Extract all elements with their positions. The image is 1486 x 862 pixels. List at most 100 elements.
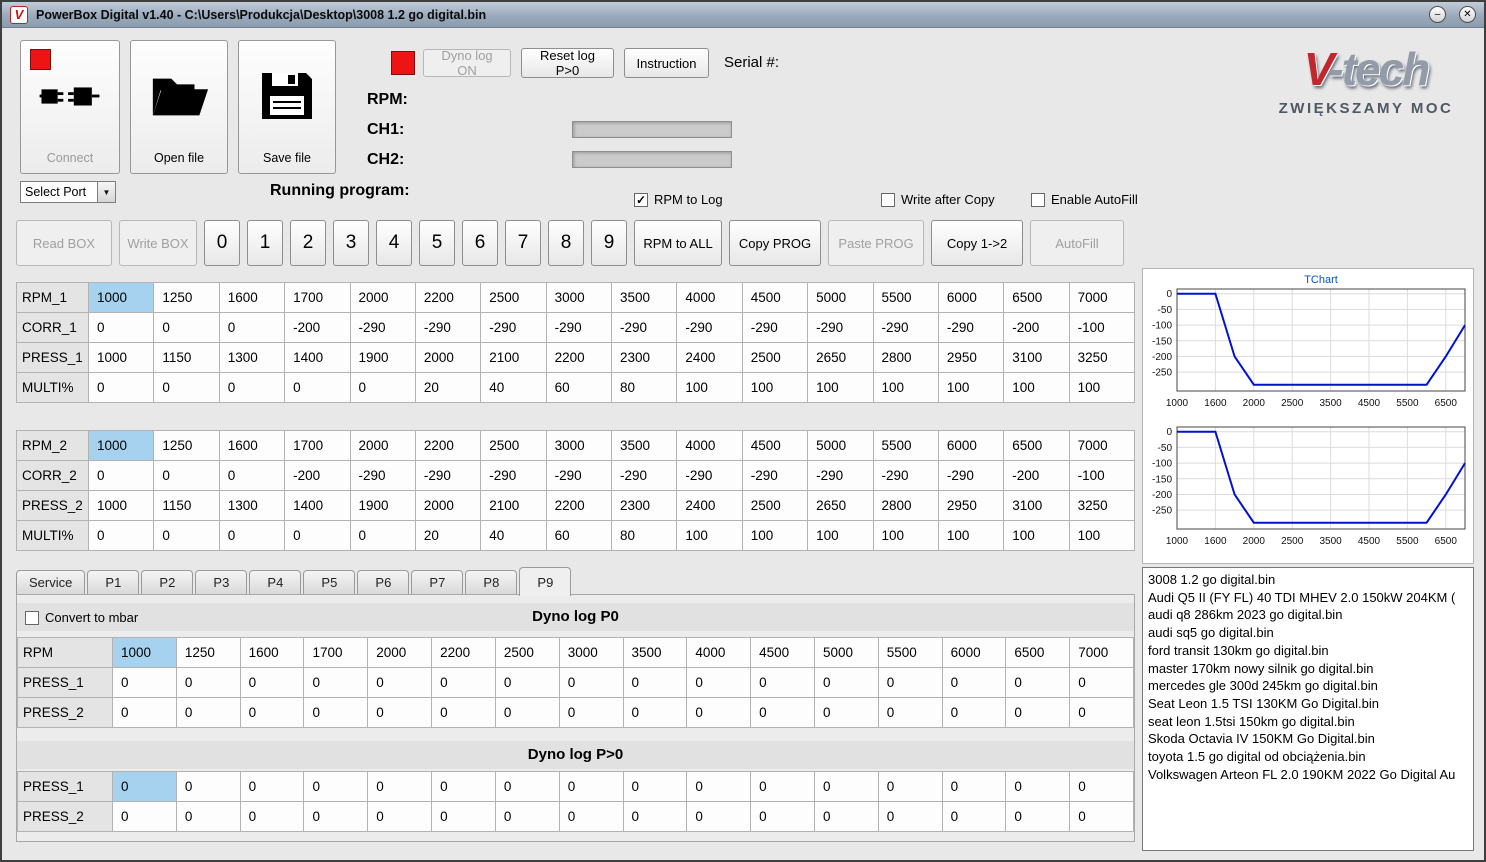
- table-cell[interactable]: 0: [941, 697, 1007, 728]
- table-cell[interactable]: -200: [284, 312, 351, 343]
- rpm-to-log-checkbox[interactable]: RPM to Log: [634, 192, 723, 207]
- table-cell[interactable]: 1700: [303, 637, 369, 668]
- table-cell[interactable]: 0: [1069, 667, 1134, 698]
- table-cell[interactable]: 0: [239, 771, 305, 802]
- table-cell[interactable]: 1000: [87, 342, 155, 373]
- table-cell[interactable]: 6000: [937, 430, 1005, 461]
- table-cell[interactable]: 0: [431, 697, 496, 728]
- digit-button-7[interactable]: 7: [505, 220, 541, 266]
- checkbox-box[interactable]: [25, 610, 39, 625]
- table-cell[interactable]: 3500: [610, 282, 678, 313]
- table-cell[interactable]: 0: [494, 771, 560, 802]
- table-cell[interactable]: 1400: [284, 490, 351, 521]
- table-cell[interactable]: 0: [218, 520, 286, 551]
- table-cell[interactable]: 1150: [153, 342, 220, 373]
- table-cell[interactable]: 100: [676, 372, 743, 403]
- table-cell[interactable]: 2300: [610, 490, 678, 521]
- table-cell[interactable]: 0: [750, 697, 815, 728]
- table-cell[interactable]: 4500: [741, 430, 809, 461]
- connect-button[interactable]: Connect: [20, 40, 120, 174]
- table-cell[interactable]: 0: [941, 771, 1007, 802]
- table-cell[interactable]: 100: [872, 520, 939, 551]
- tab-p1[interactable]: P1: [87, 570, 140, 594]
- table-cell[interactable]: 1400: [284, 342, 351, 373]
- table-cell[interactable]: 0: [813, 801, 879, 832]
- table-cell[interactable]: 2300: [610, 342, 678, 373]
- table-cell[interactable]: -290: [872, 312, 939, 343]
- table-cell[interactable]: -290: [937, 312, 1005, 343]
- table-cell[interactable]: 0: [877, 801, 943, 832]
- table-cell[interactable]: 0: [1069, 771, 1134, 802]
- table-cell[interactable]: 1250: [175, 637, 241, 668]
- table-cell[interactable]: 1000: [112, 637, 177, 668]
- autofill-button[interactable]: AutoFill: [1030, 220, 1124, 266]
- table-cell[interactable]: 0: [750, 771, 815, 802]
- table-cell[interactable]: -290: [480, 312, 547, 343]
- table-cell[interactable]: 2500: [494, 637, 560, 668]
- table-cell[interactable]: 5000: [807, 282, 874, 313]
- table-cell[interactable]: 0: [1005, 667, 1071, 698]
- table-cell[interactable]: 100: [1003, 372, 1070, 403]
- table-cell[interactable]: 0: [303, 667, 369, 698]
- table-cell[interactable]: 2800: [872, 490, 939, 521]
- digit-button-1[interactable]: 1: [247, 220, 283, 266]
- close-button[interactable]: ✕: [1459, 6, 1476, 23]
- table-cell[interactable]: 0: [175, 697, 241, 728]
- table-cell[interactable]: 2000: [414, 490, 482, 521]
- table-cell[interactable]: 60: [545, 520, 613, 551]
- table-cell[interactable]: 1700: [284, 282, 351, 313]
- enable-autofill-checkbox[interactable]: Enable AutoFill: [1031, 192, 1138, 207]
- table-cell[interactable]: 0: [1005, 801, 1071, 832]
- table-cell[interactable]: 2500: [741, 490, 809, 521]
- table-cell[interactable]: 2000: [414, 342, 482, 373]
- table-cell[interactable]: 0: [284, 520, 351, 551]
- tab-service[interactable]: Service: [16, 570, 86, 594]
- table-cell[interactable]: 0: [431, 801, 496, 832]
- tab-p2[interactable]: P2: [141, 570, 194, 594]
- copy-1-to-2-button[interactable]: Copy 1->2: [931, 220, 1023, 266]
- table-cell[interactable]: 1600: [218, 282, 286, 313]
- table-cell[interactable]: 100: [872, 372, 939, 403]
- checkbox-box[interactable]: [1031, 192, 1045, 207]
- table-cell[interactable]: 3500: [610, 430, 678, 461]
- digit-button-5[interactable]: 5: [419, 220, 455, 266]
- table-cell[interactable]: 3000: [558, 637, 624, 668]
- table-cell[interactable]: 2500: [480, 282, 547, 313]
- table-cell[interactable]: 0: [686, 771, 752, 802]
- table-cell[interactable]: -290: [807, 460, 874, 491]
- table-cell[interactable]: 2500: [480, 430, 547, 461]
- table-cell[interactable]: 0: [750, 801, 815, 832]
- read-box-button[interactable]: Read BOX: [16, 220, 112, 266]
- table-cell[interactable]: 0: [153, 460, 220, 491]
- table-cell[interactable]: 5500: [872, 430, 939, 461]
- table-cell[interactable]: 0: [303, 801, 369, 832]
- table-cell[interactable]: 0: [1069, 801, 1134, 832]
- table-cell[interactable]: 0: [175, 771, 241, 802]
- table-cell[interactable]: 7000: [1069, 637, 1134, 668]
- select-port-dropdown[interactable]: Select Port: [20, 181, 116, 203]
- table-cell[interactable]: 0: [877, 771, 943, 802]
- table-cell[interactable]: 2500: [741, 342, 809, 373]
- digit-button-8[interactable]: 8: [548, 220, 584, 266]
- table-cell[interactable]: -290: [741, 312, 809, 343]
- table-cell[interactable]: 0: [284, 372, 351, 403]
- copy-prog-button[interactable]: Copy PROG: [729, 220, 821, 266]
- table-cell[interactable]: 0: [431, 771, 496, 802]
- table-cell[interactable]: 0: [153, 372, 220, 403]
- table-cell[interactable]: 4500: [741, 282, 809, 313]
- table-cell[interactable]: 3100: [1003, 490, 1070, 521]
- file-list-item[interactable]: Volkswagen Arteon FL 2.0 190KM 2022 Go D…: [1148, 766, 1468, 784]
- table-cell[interactable]: 5000: [807, 430, 874, 461]
- dyno-log-on-button[interactable]: Dyno log ON: [423, 48, 511, 78]
- table-cell[interactable]: -290: [414, 312, 482, 343]
- table-cell[interactable]: 0: [218, 312, 286, 343]
- table-cell[interactable]: 0: [303, 697, 369, 728]
- table-cell[interactable]: -290: [545, 460, 613, 491]
- digit-button-2[interactable]: 2: [290, 220, 326, 266]
- table-cell[interactable]: 0: [367, 667, 433, 698]
- tab-p3[interactable]: P3: [195, 570, 248, 594]
- table-cell[interactable]: 0: [153, 520, 220, 551]
- table-cell[interactable]: 0: [941, 667, 1007, 698]
- table-cell[interactable]: -100: [1068, 460, 1136, 491]
- minimize-button[interactable]: –: [1429, 6, 1446, 23]
